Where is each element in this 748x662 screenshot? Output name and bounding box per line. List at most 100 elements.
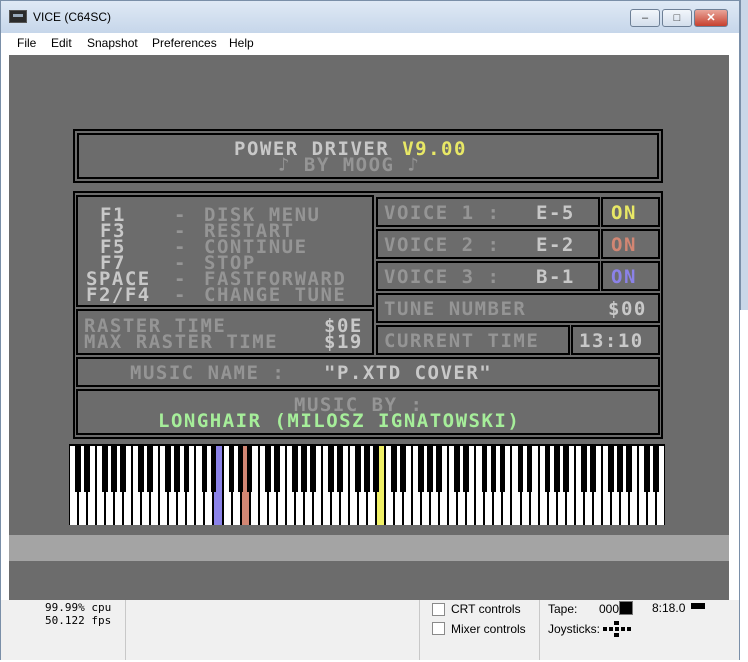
minimize-button[interactable]: – — [630, 9, 660, 27]
max-raster-time-label: MAX RASTER TIME — [84, 331, 279, 353]
piano-black-key — [165, 444, 172, 492]
max-raster-time-value: $19 — [324, 331, 363, 353]
piano-black-key — [228, 444, 235, 492]
tape-stop-icon[interactable] — [619, 601, 633, 615]
piano-black-key — [237, 444, 244, 492]
menu-preferences[interactable]: Preferences — [152, 36, 217, 50]
cpu-usage: 99.99% cpu — [45, 601, 112, 614]
player-author: ♪ BY MOOG ♪ — [278, 154, 421, 176]
voice-3-state-panel[interactable]: ON — [601, 261, 660, 291]
mixer-controls-checkbox[interactable] — [432, 622, 445, 635]
voice-2-state: ON — [611, 234, 637, 256]
crt-controls-label: CRT controls — [451, 602, 521, 616]
tape-time: 8:18.0 — [652, 601, 686, 615]
piano-black-key — [138, 444, 145, 492]
tune-number-panel: TUNE NUMBER $00 — [376, 293, 660, 323]
tape-label: Tape: — [548, 602, 578, 616]
piano-keyboard — [69, 444, 665, 525]
piano-black-key — [481, 444, 488, 492]
piano-black-key — [517, 444, 524, 492]
voice-1-note: E-5 — [536, 202, 575, 224]
piano-black-key — [607, 444, 614, 492]
piano-black-key — [111, 444, 118, 492]
piano-black-key — [75, 444, 81, 492]
piano-black-key — [644, 444, 650, 492]
screen-border-strip — [9, 535, 729, 561]
keys-panel: F1- DISK MENU F3- RESTART F5- CONTINUE F7- STOP… — [76, 195, 374, 307]
mixer-controls-label: Mixer controls — [451, 622, 526, 636]
voice-1-state-panel[interactable]: ON — [601, 197, 660, 227]
menu-help[interactable]: Help — [229, 36, 254, 50]
piano-black-key — [589, 444, 596, 492]
tune-number-label: TUNE NUMBER — [384, 298, 527, 320]
piano-black-key — [309, 444, 316, 492]
piano-black-key — [210, 444, 217, 492]
joysticks-label: Joysticks: — [548, 622, 601, 636]
piano-black-key — [201, 444, 208, 492]
piano-black-key — [653, 444, 659, 492]
piano-black-key — [264, 444, 271, 492]
voice-3-note: B-1 — [536, 266, 575, 288]
voice-3-state: ON — [611, 266, 637, 288]
current-time-panel: CURRENT TIME — [376, 325, 570, 355]
piano-black-key — [327, 444, 334, 492]
maximize-button[interactable]: □ — [662, 9, 692, 27]
key-name: F2/F4 — [86, 284, 151, 306]
piano-black-key — [454, 444, 461, 492]
piano-black-key — [463, 444, 470, 492]
piano-black-key — [562, 444, 569, 492]
piano-black-key — [84, 444, 90, 492]
voice-1-panel: VOICE 1 : E-5 — [376, 197, 600, 227]
voice-2-panel: VOICE 2 : E-2 — [376, 229, 600, 259]
key-dash: - — [174, 284, 187, 306]
piano-black-key — [427, 444, 434, 492]
vice-window: VICE (C64SC) – □ ✕ File Edit Snapshot Pr… — [0, 0, 740, 660]
menu-file[interactable]: File — [17, 36, 36, 50]
raster-panel: RASTER TIME $0E MAX RASTER TIME $19 — [76, 309, 374, 355]
joystick-icon — [599, 621, 635, 637]
piano-black-key — [499, 444, 506, 492]
voice-1-label: VOICE 1 : — [384, 202, 501, 224]
voice-2-label: VOICE 2 : — [384, 234, 501, 256]
voice-3-label: VOICE 3 : — [384, 266, 501, 288]
menu-bar: File Edit Snapshot Preferences Help — [1, 33, 739, 55]
music-by-value: LONGHAIR (MILOSZ IGNATOWSKI) — [158, 410, 521, 432]
piano-black-key — [580, 444, 587, 492]
piano-black-key — [246, 444, 253, 492]
piano-black-key — [120, 444, 127, 492]
voice-1-state: ON — [611, 202, 637, 224]
current-time-value-panel: 13:10 — [571, 325, 660, 355]
piano-black-key — [391, 444, 397, 492]
menu-edit[interactable]: Edit — [51, 36, 72, 50]
voice-2-note: E-2 — [536, 234, 575, 256]
music-name-label: MUSIC NAME : — [130, 362, 286, 384]
voice-2-state-panel[interactable]: ON — [601, 229, 660, 259]
menu-snapshot[interactable]: Snapshot — [87, 36, 138, 50]
piano-black-key — [291, 444, 298, 492]
tune-number-value: $00 — [608, 298, 647, 320]
piano-black-key — [147, 444, 154, 492]
piano-black-key — [400, 444, 406, 492]
piano-black-key — [183, 444, 190, 492]
title-bar[interactable]: VICE (C64SC) – □ ✕ — [1, 1, 739, 33]
piano-black-key — [553, 444, 560, 492]
vice-app-icon — [9, 10, 27, 23]
key-action: CHANGE TUNE — [204, 284, 347, 306]
piano-black-key — [364, 444, 370, 492]
tape-counter: 000 — [599, 602, 620, 616]
piano-black-key — [490, 444, 497, 492]
music-by-panel: MUSIC BY : LONGHAIR (MILOSZ IGNATOWSKI) — [76, 389, 660, 435]
close-button[interactable]: ✕ — [694, 9, 728, 27]
piano-black-key — [373, 444, 379, 492]
music-name-panel: MUSIC NAME : "P.XTD COVER" — [76, 357, 660, 387]
voice-3-panel: VOICE 3 : B-1 — [376, 261, 600, 291]
piano-black-key — [355, 444, 361, 492]
piano-black-key — [337, 444, 343, 492]
drive-led-icon — [691, 603, 705, 609]
piano-black-key — [544, 444, 551, 492]
window-title: VICE (C64SC) — [33, 10, 112, 24]
crt-controls-checkbox[interactable] — [432, 603, 445, 616]
piano-black-key — [526, 444, 533, 492]
music-name-value: "P.XTD COVER" — [324, 362, 493, 384]
piano-black-key — [625, 444, 632, 492]
